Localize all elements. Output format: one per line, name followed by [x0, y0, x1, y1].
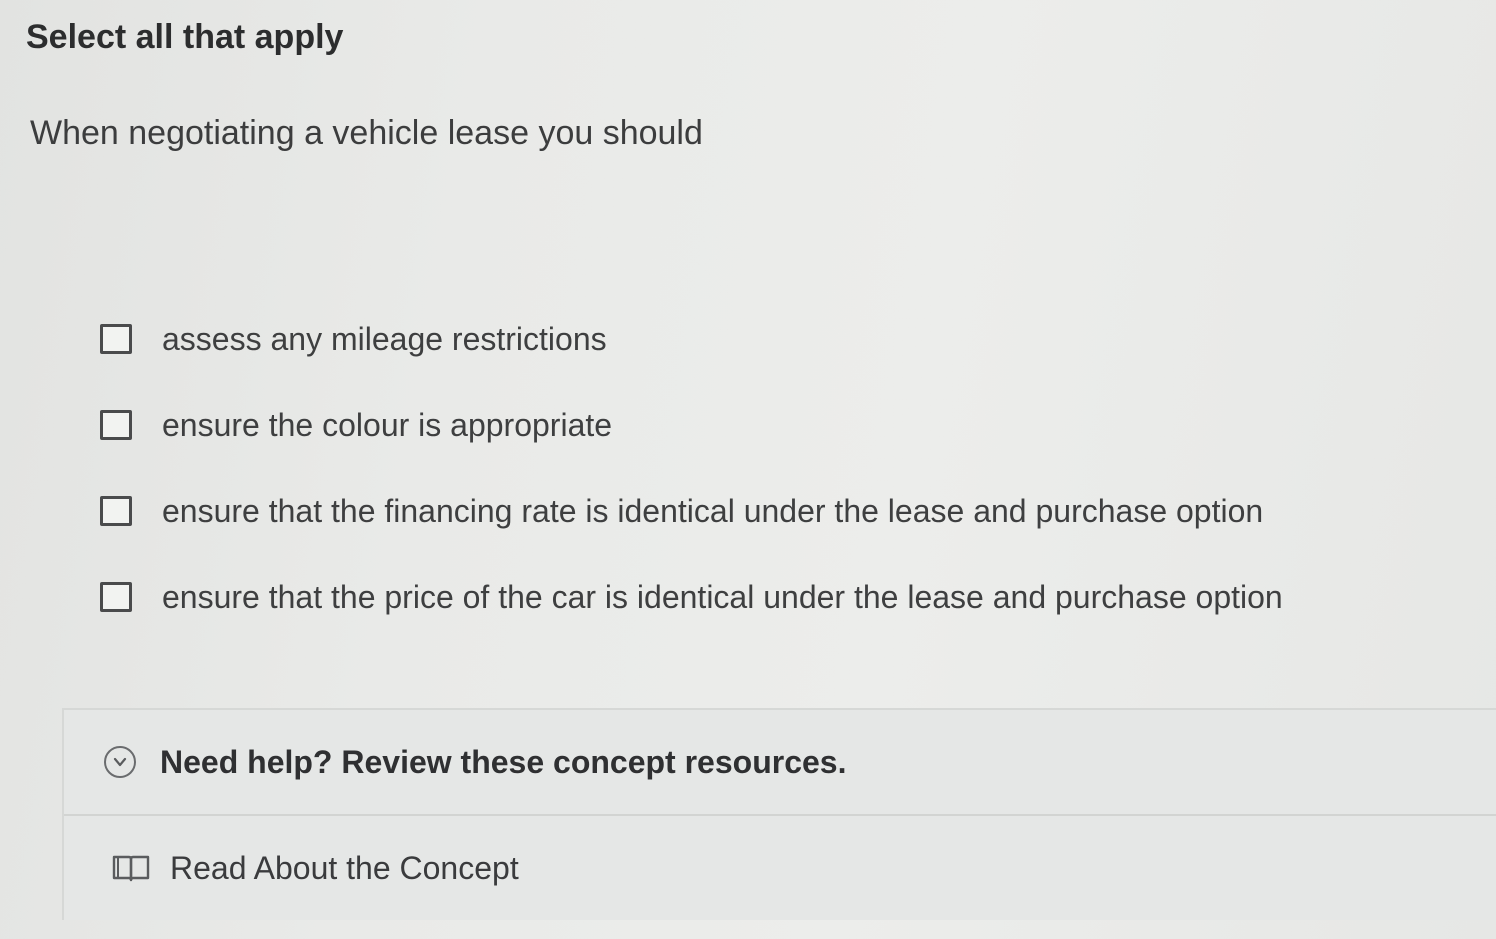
help-panel: Need help? Review these concept resource… — [62, 708, 1496, 920]
option-label: assess any mileage restrictions — [162, 320, 607, 357]
option-financing-rate[interactable]: ensure that the financing rate is identi… — [100, 468, 1440, 554]
option-mileage[interactable]: assess any mileage restrictions — [100, 296, 1440, 382]
option-car-price[interactable]: ensure that the price of the car is iden… — [100, 554, 1440, 640]
checkbox[interactable] — [100, 496, 132, 526]
read-concept-label: Read About the Concept — [170, 849, 519, 886]
book-icon — [112, 855, 150, 882]
option-label: ensure the colour is appropriate — [162, 406, 613, 443]
option-label: ensure that the financing rate is identi… — [162, 492, 1264, 529]
checkbox[interactable] — [100, 410, 132, 440]
help-title: Need help? Review these concept resource… — [160, 743, 847, 780]
answer-options: assess any mileage restrictions ensure t… — [100, 296, 1440, 640]
read-concept-link[interactable]: Read About the Concept — [64, 816, 1496, 920]
question-text: When negotiating a vehicle lease you sho… — [30, 114, 703, 152]
help-toggle[interactable]: Need help? Review these concept resource… — [64, 710, 1496, 816]
option-colour[interactable]: ensure the colour is appropriate — [100, 382, 1440, 468]
checkbox[interactable] — [100, 324, 132, 354]
checkbox[interactable] — [100, 582, 132, 612]
option-label: ensure that the price of the car is iden… — [162, 578, 1283, 615]
chevron-down-circle-icon[interactable] — [104, 746, 136, 778]
instruction-text: Select all that apply — [26, 18, 344, 56]
